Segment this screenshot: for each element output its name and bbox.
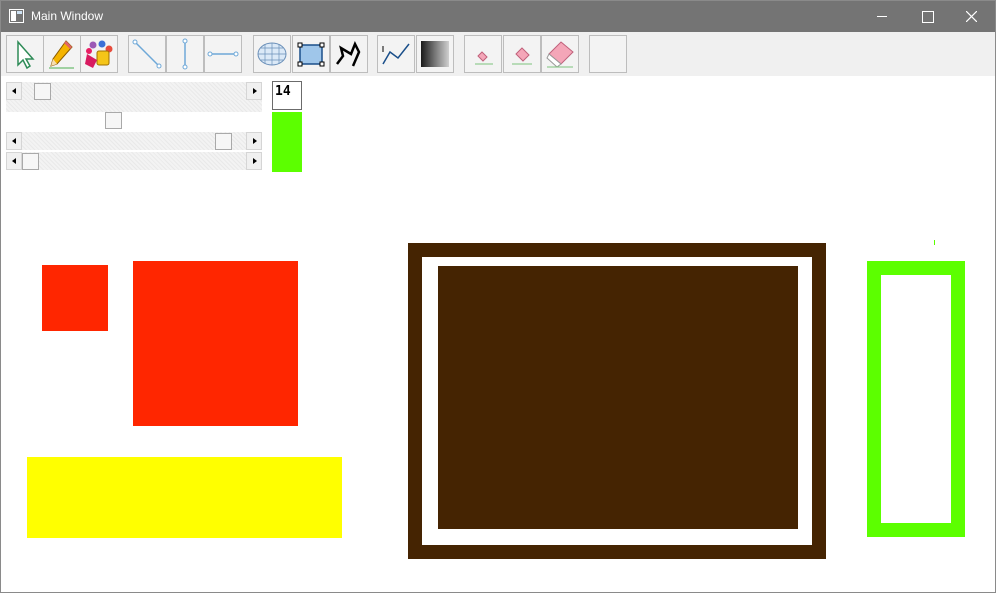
horizontal-line-icon [207,51,239,57]
rectangle-select-icon [297,42,325,67]
pencil-tool-button[interactable] [43,35,81,73]
eraser-medium-tool-button[interactable] [503,35,541,73]
diagonal-line-icon [132,39,162,69]
yellow-rectangle[interactable] [27,457,342,538]
window-app-icon [9,9,24,23]
small-red-square[interactable] [42,265,108,331]
gradient-tool-button[interactable] [416,35,454,73]
gradient-icon [421,41,449,67]
toolbar [1,32,995,76]
curve-tool-button[interactable] [377,35,415,73]
polyline-tool-button[interactable] [330,35,368,73]
mesh-fill-tool-button[interactable] [253,35,291,73]
close-button[interactable] [949,1,995,32]
brown-frame-gap [422,257,812,545]
maximize-button[interactable] [904,1,950,32]
green-outlined-rectangle[interactable] [867,261,965,537]
brown-framed-rectangle[interactable] [408,243,826,559]
main-window: Main Window 14 [0,0,996,593]
curve-icon [382,43,410,65]
palette-tool-button[interactable] [80,35,118,73]
horizontal-line-tool-button[interactable] [204,35,242,73]
rectangle-select-tool-button[interactable] [292,35,330,73]
paint-palette-icon [85,40,113,68]
vertical-line-tool-button[interactable] [166,35,204,73]
cursor-arrow-icon [17,40,35,70]
drawing-canvas[interactable] [1,76,995,592]
large-red-square[interactable] [133,261,298,426]
eraser-small-tool-button[interactable] [464,35,502,73]
window-title: Main Window [31,9,104,23]
brown-inner-rectangle[interactable] [438,266,798,529]
eraser-small-icon [475,51,493,65]
green-mark [934,240,935,245]
select-tool-button[interactable] [6,35,44,73]
eraser-large-icon [546,41,574,68]
eraser-large-tool-button[interactable] [541,35,579,73]
mesh-sphere-icon [257,42,287,66]
close-icon [966,11,977,22]
blank-tool-button[interactable] [589,35,627,73]
vertical-line-icon [182,38,188,70]
title-bar[interactable]: Main Window [1,1,995,32]
minimize-button[interactable] [859,1,905,32]
diagonal-line-tool-button[interactable] [128,35,166,73]
pencil-icon [49,40,74,69]
eraser-medium-icon [512,47,532,65]
polyline-icon [336,40,361,67]
